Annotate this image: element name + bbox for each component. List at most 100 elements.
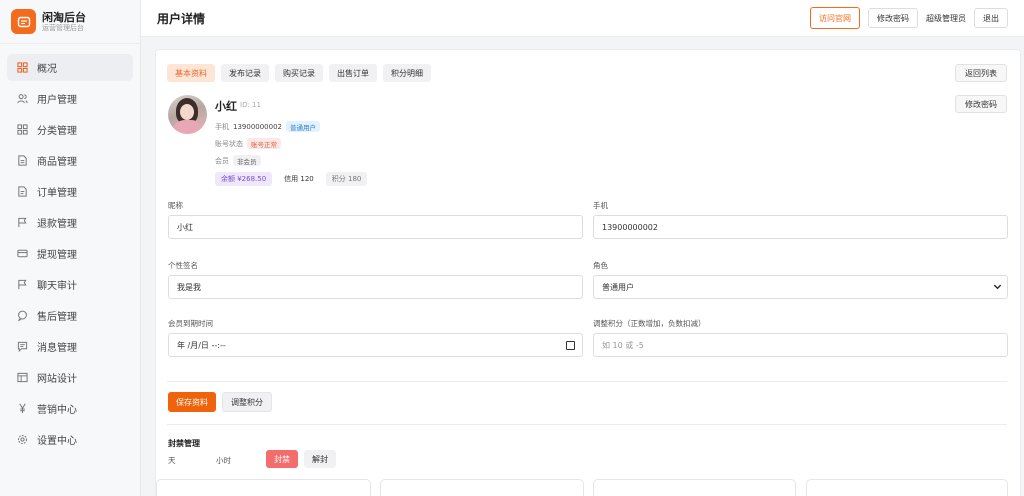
sidebar-item-label: 概况	[37, 64, 57, 75]
stat-box	[593, 479, 796, 496]
member-expire-label: 会员到期时间	[168, 319, 213, 328]
document-icon	[18, 155, 27, 166]
admin-role-label: 超级管理员	[926, 13, 966, 23]
nickname-input[interactable]: 小红	[168, 215, 583, 239]
avatar	[168, 95, 207, 134]
divider	[167, 424, 1007, 425]
back-to-list-button[interactable]: 返回列表	[955, 64, 1007, 82]
member-label: 会员	[215, 156, 229, 165]
adjust-points-label: 调整积分（正数增加，负数扣减）	[593, 319, 706, 328]
sidebar-nav: 概况 用户管理 分类管理 商品管理 订单管理 退款管理 提现管理 聊天审计 售后…	[0, 44, 140, 453]
status-badge: 账号正常	[247, 138, 281, 149]
member-row: 会员 非会员	[215, 155, 261, 166]
role-badge: 普通用户	[286, 121, 320, 132]
sidebar-item-label: 订单管理	[37, 188, 77, 199]
sidebar-item-chat-audit[interactable]: 聊天审计	[7, 271, 133, 298]
chat-icon	[17, 310, 27, 321]
page-title: 用户详情	[157, 11, 206, 26]
visit-site-button[interactable]: 访问官网	[810, 7, 860, 29]
users-icon	[17, 94, 28, 104]
sidebar-item-overview[interactable]: 概况	[7, 54, 133, 81]
member-expire-input[interactable]: 年 /月/日 --:--	[168, 333, 583, 357]
logout-button[interactable]: 退出	[974, 8, 1008, 28]
sidebar-item-label: 营销中心	[37, 405, 77, 416]
flag-icon	[18, 217, 27, 228]
stat-box	[806, 479, 1008, 496]
yen-icon	[19, 403, 26, 414]
sidebar-item-label: 聊天审计	[37, 281, 77, 292]
role-select-value: 普通用户	[602, 282, 634, 292]
brand-title: 闲淘后台	[42, 10, 86, 24]
phone-field-label: 手机	[593, 201, 608, 210]
brand-subtitle: 运营管理后台	[42, 23, 84, 32]
brand-logo-icon	[11, 9, 36, 34]
member-badge: 非会员	[233, 155, 261, 166]
category-icon	[17, 124, 28, 135]
balance-chip: 余额 ¥268.50	[215, 172, 273, 186]
tab-sales-orders[interactable]: 出售订单	[329, 64, 377, 82]
header-change-password-button[interactable]: 修改密码	[868, 8, 918, 28]
tab-basic-info[interactable]: 基本资料	[167, 64, 215, 82]
phone-value: 13900000002	[233, 122, 282, 131]
ban-button[interactable]: 封禁	[266, 450, 298, 468]
member-expire-placeholder: 年 /月/日 --:--	[177, 340, 226, 350]
sidebar-item-label: 商品管理	[37, 157, 77, 168]
signature-input[interactable]: 我是我	[168, 275, 583, 299]
adjust-points-input[interactable]: 如 10 或 -5	[593, 333, 1008, 357]
stat-box	[380, 479, 584, 496]
layout-icon	[17, 372, 28, 383]
adjust-points-button[interactable]: 调整积分	[222, 392, 272, 412]
tab-publish-records[interactable]: 发布记录	[221, 64, 269, 82]
tab-purchase-records[interactable]: 购买记录	[275, 64, 323, 82]
sidebar-item-label: 网站设计	[37, 374, 77, 385]
order-icon	[18, 186, 27, 197]
flag-icon	[18, 279, 27, 290]
sidebar-item-products[interactable]: 商品管理	[7, 147, 133, 174]
points-chip: 积分 180	[325, 172, 368, 186]
status-row: 账号状态 账号正常	[215, 138, 281, 149]
message-icon	[17, 341, 28, 352]
nickname-label: 昵称	[168, 201, 183, 210]
sidebar-item-label: 用户管理	[37, 95, 77, 106]
unban-button[interactable]: 解封	[304, 450, 336, 468]
grid-icon	[17, 62, 28, 73]
sidebar-item-orders[interactable]: 订单管理	[7, 178, 133, 205]
sidebar-item-refunds[interactable]: 退款管理	[7, 209, 133, 236]
sidebar-item-settings[interactable]: 设置中心	[7, 426, 133, 453]
signature-label: 个性签名	[168, 261, 198, 270]
brand: 闲淘后台 运营管理后台	[0, 0, 140, 44]
sidebar-item-category[interactable]: 分类管理	[7, 116, 133, 143]
stats-row: 余额 ¥268.50 信用 120 积分 180	[215, 172, 368, 186]
user-name: 小红	[215, 100, 237, 113]
role-select[interactable]: 普通用户	[593, 275, 1008, 299]
status-label: 账号状态	[215, 139, 243, 148]
gear-icon	[17, 434, 28, 445]
divider	[167, 381, 1007, 382]
top-header: 用户详情 访问官网 修改密码 超级管理员 退出	[141, 0, 1024, 37]
user-id: ID: 11	[240, 101, 261, 109]
stat-box	[156, 479, 371, 496]
sidebar: 闲淘后台 运营管理后台 概况 用户管理 分类管理 商品管理 订单管理 退款管理	[0, 0, 141, 496]
tab-points-details[interactable]: 积分明细	[383, 64, 431, 82]
ban-section-title: 封禁管理	[168, 439, 200, 448]
sidebar-item-label: 售后管理	[37, 312, 77, 323]
sidebar-item-marketing[interactable]: 营销中心	[7, 395, 133, 422]
change-password-button[interactable]: 修改密码	[955, 95, 1007, 113]
user-detail-card: 基本资料 发布记录 购买记录 出售订单 积分明细 返回列表 小红 ID: 11 …	[155, 49, 1021, 496]
phone-input[interactable]: 13900000002	[593, 215, 1008, 239]
sidebar-item-after-sales[interactable]: 售后管理	[7, 302, 133, 329]
chevron-down-icon	[993, 284, 1002, 290]
phone-row: 手机 13900000002 普通用户	[215, 121, 320, 132]
role-label: 角色	[593, 261, 608, 270]
sidebar-item-label: 消息管理	[37, 343, 77, 354]
adjust-points-placeholder: 如 10 或 -5	[602, 340, 644, 350]
phone-label: 手机	[215, 122, 229, 131]
sidebar-item-withdrawals[interactable]: 提现管理	[7, 240, 133, 267]
ban-days-label: 天	[168, 456, 176, 465]
sidebar-item-label: 退款管理	[37, 219, 77, 230]
sidebar-item-messages[interactable]: 消息管理	[7, 333, 133, 360]
sidebar-item-site-design[interactable]: 网站设计	[7, 364, 133, 391]
save-profile-button[interactable]: 保存资料	[168, 392, 216, 412]
calendar-icon	[566, 341, 575, 350]
sidebar-item-users[interactable]: 用户管理	[7, 85, 133, 112]
